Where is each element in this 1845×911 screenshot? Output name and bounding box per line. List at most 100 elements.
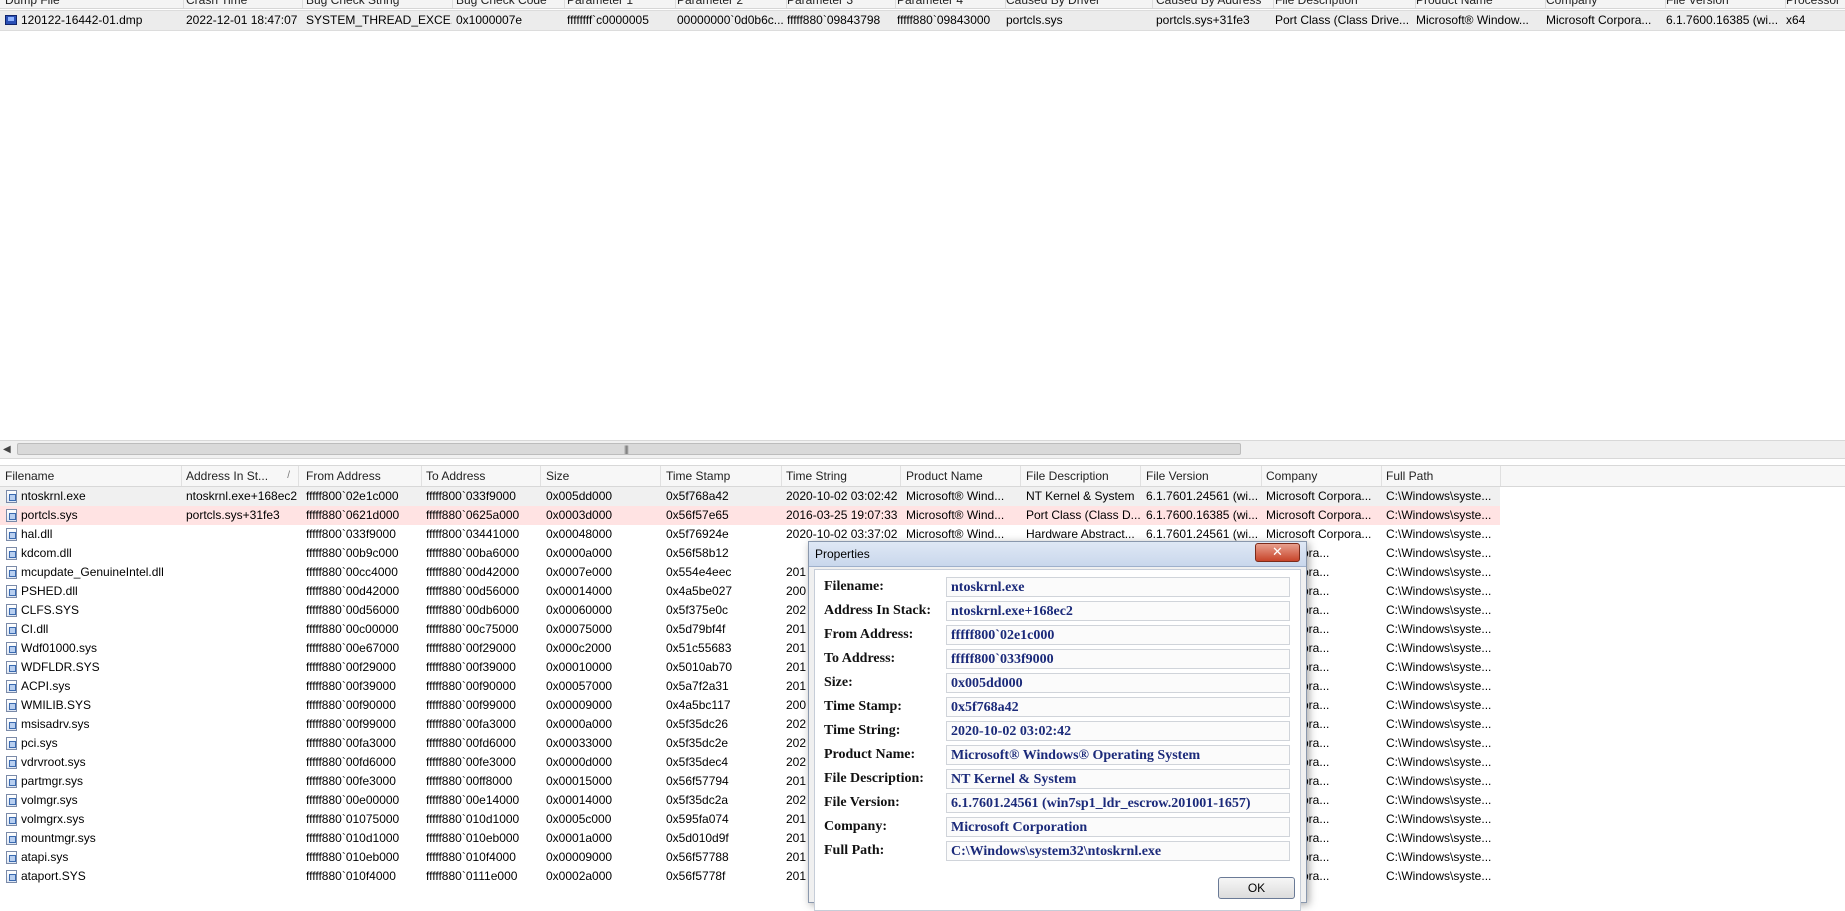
full-path-cell: C:\Windows\syste... [1386,793,1492,807]
property-value-field[interactable]: 0x5f768a42 [946,697,1290,717]
column-header-crash-time[interactable]: Crash Time [181,0,303,8]
address-in-stack-cell [181,620,299,639]
column-header-file-description-lower[interactable]: File Description [1021,466,1141,486]
column-header-company[interactable]: Company [1541,0,1666,8]
to-address-cell: fffff880`00ff8000 [426,774,513,788]
column-header-parameter-4[interactable]: Parameter 4 [892,0,1006,8]
property-value-field[interactable]: C:\Windows\system32\ntoskrnl.exe [946,841,1290,861]
size-cell: 0x00015000 [546,774,613,788]
full-path-cell: C:\Windows\syste... [1386,755,1492,769]
from-address-cell: fffff880`00fa3000 [306,736,396,750]
full-path-cell: C:\Windows\syste... [1386,584,1492,598]
column-header-file-version[interactable]: File Version [1661,0,1786,8]
column-header-time-stamp[interactable]: Time Stamp [661,466,782,486]
column-header-parameter-1[interactable]: Parameter 1 [562,0,676,8]
sort-arrow-icon: / [287,470,290,481]
column-header-to-address[interactable]: To Address [421,466,541,486]
column-header-dump-file[interactable]: Dump File [0,0,184,8]
to-address-cell: fffff880`00f29000 [426,641,516,655]
filename-cell: kdcom.dll [21,546,72,560]
column-header-size[interactable]: Size [541,466,661,486]
table-row[interactable]: portcls.sys portcls.sys+31fe3 fffff880`062… [0,506,1500,525]
filename-cell: Wdf01000.sys [21,641,98,655]
filename-cell: ntoskrnl.exe [21,489,86,503]
property-value-field[interactable]: 6.1.7601.24561 (win7sp1_ldr_escrow.20100… [946,793,1290,813]
address-in-stack-cell [181,525,299,544]
to-address-cell: fffff880`00fd6000 [426,736,516,750]
size-cell: 0x00033000 [546,736,613,750]
column-header-company-lower[interactable]: Company [1261,466,1382,486]
property-value-field[interactable]: 2020-10-02 03:02:42 [946,721,1290,741]
time-stamp-cell: 0x56f57e65 [666,508,729,522]
product-name-cell: Microsoft® Window... [1416,13,1529,27]
column-header-parameter-3[interactable]: Parameter 3 [782,0,896,8]
from-address-cell: fffff880`00f29000 [306,660,396,674]
column-header-product-name[interactable]: Product Name [1411,0,1546,8]
column-header-time-string[interactable]: Time String [781,466,901,486]
time-stamp-cell: 0x5f375e0c [666,603,729,617]
column-header-file-description[interactable]: File Description [1270,0,1416,8]
to-address-cell: fffff880`00e14000 [426,793,520,807]
from-address-cell: fffff880`00e67000 [306,641,400,655]
scroll-left-icon[interactable]: ◀ [3,443,11,456]
column-header-from-address[interactable]: From Address [301,466,422,486]
scrollbar-thumb[interactable]: ||| [17,443,1241,455]
filename-cell: WDFLDR.SYS [21,660,100,674]
time-stamp-cell: 0x5010ab70 [666,660,733,674]
dialog-titlebar[interactable]: Properties ✕ [809,542,1306,567]
to-address-cell: fffff880`00fa3000 [426,717,516,731]
property-label: To Address: [824,651,896,666]
full-path-cell: C:\Windows\syste... [1386,736,1492,750]
column-header-caused-by-address[interactable]: Caused By Address [1151,0,1274,8]
property-value-field[interactable]: Microsoft Corporation [946,817,1290,837]
time-stamp-cell: 0x5d79bf4f [666,622,726,636]
property-row: File Description: NT Kernel & System [815,768,1300,790]
property-value-field[interactable]: Microsoft® Windows® Operating System [946,745,1290,765]
horizontal-scrollbar[interactable]: ◀ ||| [0,440,1845,459]
full-path-cell: C:\Windows\syste... [1386,698,1492,712]
ok-button[interactable]: OK [1218,877,1295,899]
filename-cell: hal.dll [21,527,53,541]
size-cell: 0x00075000 [546,622,613,636]
column-header-caused-by-driver[interactable]: Caused By Driver [1001,0,1153,8]
caused-by-driver-cell: portcls.sys [1006,13,1063,27]
property-value-field[interactable]: fffff800`033f9000 [946,649,1290,669]
table-row[interactable]: ntoskrnl.exe ntoskrnl.exe+168ec2 fffff800`… [0,487,1500,506]
to-address-cell: fffff880`00f99000 [426,698,516,712]
size-cell: 0x00057000 [546,679,613,693]
property-row: Address In Stack: ntoskrnl.exe+168ec2 [815,600,1300,622]
property-value-field[interactable]: ntoskrnl.exe+168ec2 [946,601,1290,621]
property-value-field[interactable]: fffff800`02e1c000 [946,625,1290,645]
properties-dialog: Properties ✕ Filename: ntoskrnl.exe Addres… [808,541,1307,911]
column-header-product-name-lower[interactable]: Product Name [901,466,1021,486]
column-header-bug-check-code[interactable]: Bug Check Code [451,0,565,8]
column-header-processor[interactable]: Processor [1781,0,1845,8]
from-address-cell: fffff880`00fe3000 [306,774,396,788]
close-button[interactable]: ✕ [1255,543,1300,562]
column-header-address-in-stack[interactable]: Address In St... / [181,466,299,486]
property-label: From Address: [824,627,914,642]
full-path-cell: C:\Windows\syste... [1386,603,1492,617]
column-header-file-version-lower[interactable]: File Version [1141,466,1262,486]
full-path-cell: C:\Windows\syste... [1386,660,1492,674]
column-header-filename[interactable]: Filename [0,466,182,486]
column-header-bug-check-string[interactable]: Bug Check String [301,0,453,8]
size-cell: 0x0001a000 [546,831,613,845]
filename-cell: ataport.SYS [21,869,86,883]
property-value-field[interactable]: NT Kernel & System [946,769,1290,789]
from-address-cell: fffff880`00f90000 [306,698,396,712]
address-in-stack-cell [181,867,299,886]
column-header-parameter-2[interactable]: Parameter 2 [672,0,787,8]
crash-list-row[interactable]: 120122-16442-01.dmp 2022-12-01 18:47:07 … [0,10,1845,31]
property-row: Company: Microsoft Corporation [815,816,1300,838]
time-stamp-cell: 0x554e4eec [666,565,732,579]
property-value-field[interactable]: ntoskrnl.exe [946,577,1290,597]
to-address-cell: fffff880`00fe3000 [426,755,516,769]
full-path-cell: C:\Windows\syste... [1386,679,1492,693]
from-address-cell: fffff800`02e1c000 [306,489,399,503]
property-value-field[interactable]: 0x005dd000 [946,673,1290,693]
address-in-stack-cell [181,810,299,829]
from-address-cell: fffff880`01075000 [306,812,400,826]
column-header-full-path[interactable]: Full Path [1381,466,1501,486]
size-cell: 0x00009000 [546,698,613,712]
